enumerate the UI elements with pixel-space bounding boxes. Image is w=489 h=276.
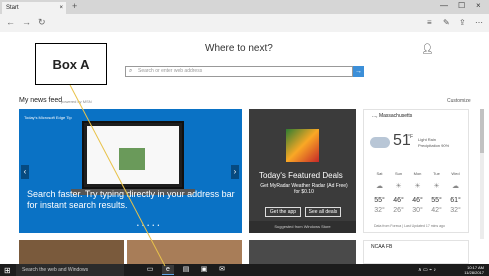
annotation-box: Box A [35,43,107,85]
annotation-leader-line [69,84,166,267]
